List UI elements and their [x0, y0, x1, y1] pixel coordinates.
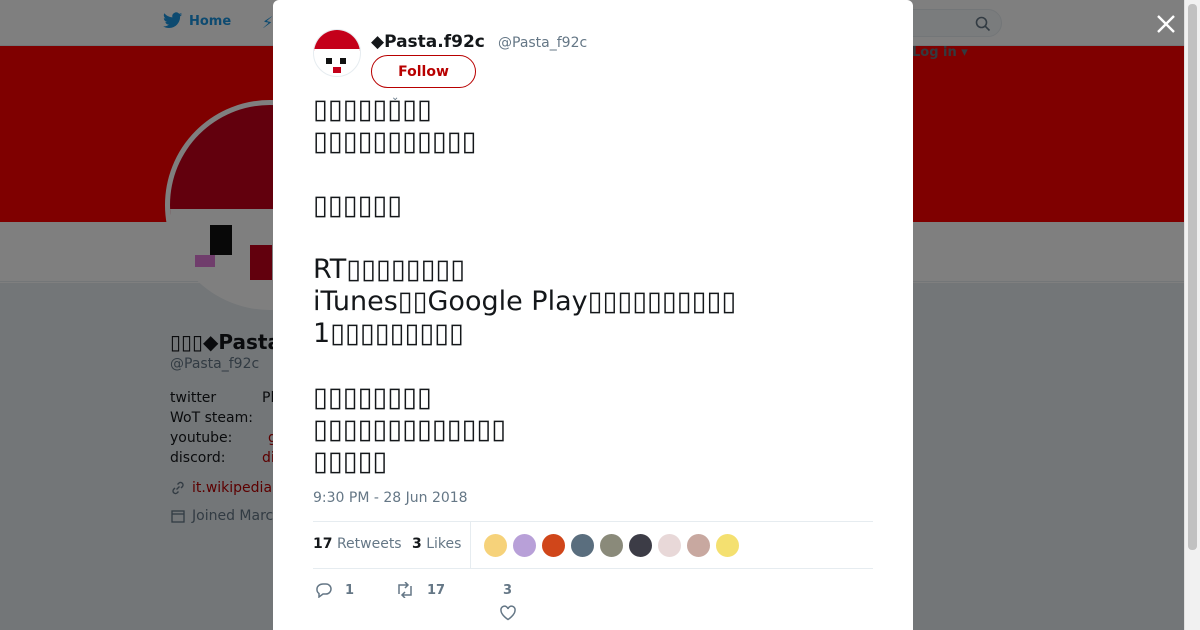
- scrollbar-thumb[interactable]: [1188, 4, 1197, 550]
- follow-button[interactable]: Follow: [371, 55, 476, 88]
- tweet-author-avatar[interactable]: [313, 29, 361, 77]
- tweet-stats: 17 Retweets 3 Likes: [313, 521, 873, 569]
- liker-avatar[interactable]: [599, 533, 624, 558]
- liker-avatars: [483, 533, 740, 558]
- like-count: 3: [503, 583, 513, 598]
- likes-label: Likes: [426, 536, 462, 552]
- close-button[interactable]: [1154, 12, 1178, 36]
- liker-avatar[interactable]: [483, 533, 508, 558]
- reply-icon: [316, 583, 332, 598]
- liker-avatar[interactable]: [570, 533, 595, 558]
- liker-avatar[interactable]: [541, 533, 566, 558]
- page-scrollbar[interactable]: [1184, 0, 1200, 630]
- reply-count: 1: [345, 582, 355, 598]
- liker-avatar[interactable]: [628, 533, 653, 558]
- like-button[interactable]: [499, 605, 517, 625]
- reply-button[interactable]: 1: [315, 582, 354, 598]
- tweet-author-name[interactable]: ◆Pasta.f92c: [371, 32, 485, 52]
- retweets-stat[interactable]: 17 Retweets: [313, 536, 402, 552]
- heart-icon: [500, 605, 516, 621]
- retweet-count: 17: [427, 582, 446, 598]
- tweet-author-handle[interactable]: @Pasta_f92c: [498, 35, 587, 51]
- retweet-icon: [398, 582, 412, 598]
- tweet-text: ▯▯▯▯▯▯▯▯ ▯▯▯▯▯▯▯▯▯▯▯ ▯▯▯▯▯▯ RT▯▯▯▯▯▯▯▯ i…: [313, 94, 737, 477]
- retweet-button[interactable]: 17: [395, 582, 445, 598]
- retweets-count: 17: [313, 536, 333, 552]
- tweet-timestamp[interactable]: 9:30 PM - 28 Jun 2018: [313, 490, 468, 506]
- retweets-label: Retweets: [336, 536, 402, 552]
- likes-stat[interactable]: 3 Likes: [412, 536, 461, 552]
- stats-divider: [470, 522, 471, 569]
- likes-count: 3: [412, 536, 422, 552]
- close-icon[interactable]: [1154, 12, 1178, 36]
- liker-avatar[interactable]: [512, 533, 537, 558]
- tweet-modal: ◆Pasta.f92c @Pasta_f92c Follow ⌄ ▯▯▯▯▯▯▯…: [273, 0, 913, 630]
- liker-avatar[interactable]: [657, 533, 682, 558]
- liker-avatar[interactable]: [686, 533, 711, 558]
- liker-avatar[interactable]: [715, 533, 740, 558]
- tweet-actions: 1 17 3: [313, 578, 873, 626]
